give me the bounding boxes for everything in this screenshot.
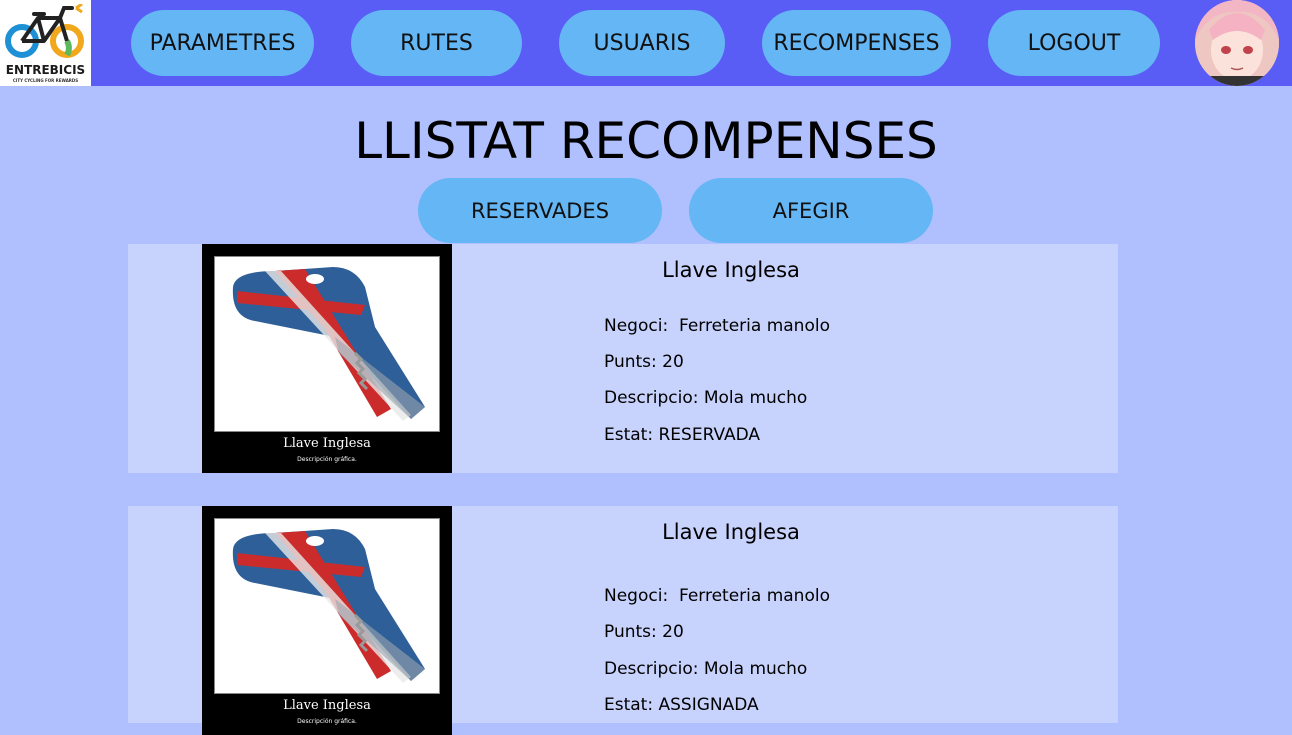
avatar-portrait-icon — [1195, 0, 1279, 86]
reward-name: Llave Inglesa — [662, 520, 800, 544]
reserved-button[interactable]: RESERVADES — [418, 178, 662, 243]
reward-image: Llave Inglesa Descripción gráfica. — [202, 506, 452, 735]
reward-image: Llave Inglesa Descripción gráfica. — [202, 244, 452, 473]
reward-image-frame — [214, 518, 440, 694]
app-logo[interactable]: ENTREBICIS CITY CYCLING FOR REWARDS — [0, 0, 91, 86]
nav-recompenses-button[interactable]: RECOMPENSES — [762, 10, 951, 76]
reward-card: Llave Inglesa Descripción gráfica. Llave… — [128, 244, 1118, 473]
page-title: LLISTAT RECOMPENSES — [354, 112, 938, 170]
user-avatar[interactable] — [1195, 0, 1279, 86]
reward-image-subcaption: Descripción gráfica. — [297, 456, 357, 463]
reward-card: Llave Inglesa Descripción gráfica. Llave… — [128, 506, 1118, 735]
top-navigation-bar: ENTREBICIS CITY CYCLING FOR REWARDS PARA… — [0, 0, 1292, 86]
reward-image-caption: Llave Inglesa — [283, 436, 371, 451]
logo-name: ENTREBICIS — [5, 63, 86, 77]
reward-points: Punts: 20 — [604, 622, 684, 642]
nav-parametres-button[interactable]: PARAMETRES — [131, 10, 314, 76]
reward-points: Punts: 20 — [604, 352, 684, 372]
reward-business: Negoci: Ferreteria manolo — [604, 586, 830, 606]
reward-image-caption: Llave Inglesa — [283, 698, 371, 713]
reward-business: Negoci: Ferreteria manolo — [604, 316, 830, 336]
reward-name: Llave Inglesa — [662, 258, 800, 282]
key-icon — [215, 519, 439, 693]
reward-image-frame — [214, 256, 440, 432]
nav-logout-button[interactable]: LOGOUT — [988, 10, 1160, 76]
reward-description: Descripcio: Mola mucho — [604, 659, 808, 679]
bicycle-logo-icon — [5, 4, 84, 58]
nav-usuaris-button[interactable]: USUARIS — [559, 10, 725, 76]
nav-rutes-button[interactable]: RUTES — [351, 10, 522, 76]
key-icon — [215, 257, 439, 431]
reward-status: Estat: RESERVADA — [604, 425, 761, 445]
logo-tagline: CITY CYCLING FOR REWARDS — [12, 78, 79, 83]
reward-image-subcaption: Descripción gráfica. — [297, 718, 357, 725]
reward-description: Descripcio: Mola mucho — [604, 388, 808, 408]
add-reward-button[interactable]: AFEGIR — [689, 178, 933, 243]
reward-status: Estat: ASSIGNADA — [604, 695, 759, 715]
